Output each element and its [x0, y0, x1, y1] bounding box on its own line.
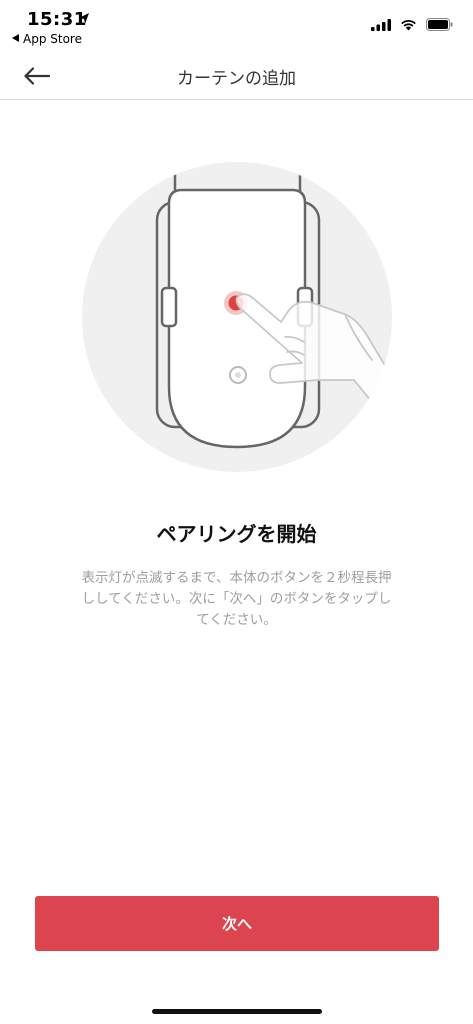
signal-icon — [371, 18, 391, 31]
back-to-app-store-link[interactable]: App Store — [12, 32, 82, 46]
instruction-line: ししてください。次に「次へ」のボタンをタップし — [81, 591, 392, 607]
back-triangle-icon — [12, 34, 19, 42]
status-icons — [371, 18, 453, 31]
battery-icon — [426, 18, 453, 31]
home-indicator[interactable] — [152, 1009, 322, 1014]
location-icon — [79, 13, 89, 24]
nav-bar: カーテンの追加 — [0, 52, 473, 100]
pairing-illustration — [82, 162, 392, 472]
page-title: カーテンの追加 — [177, 69, 296, 89]
instruction-text: 表示灯が点滅するまで、本体のボタンを２秒程長押 ししてください。次に「次へ」のボ… — [60, 568, 413, 631]
pairing-heading: ペアリングを開始 — [156, 522, 317, 546]
next-button[interactable]: 次へ — [35, 896, 439, 951]
instruction-line: 表示灯が点滅するまで、本体のボタンを２秒程長押 — [81, 570, 392, 586]
wifi-icon — [401, 20, 416, 31]
back-app-label: App Store — [23, 32, 82, 46]
status-bar: 15:31 App Store — [0, 0, 473, 52]
next-button-label: 次へ — [221, 915, 252, 933]
instruction-line: てください。 — [196, 612, 277, 628]
